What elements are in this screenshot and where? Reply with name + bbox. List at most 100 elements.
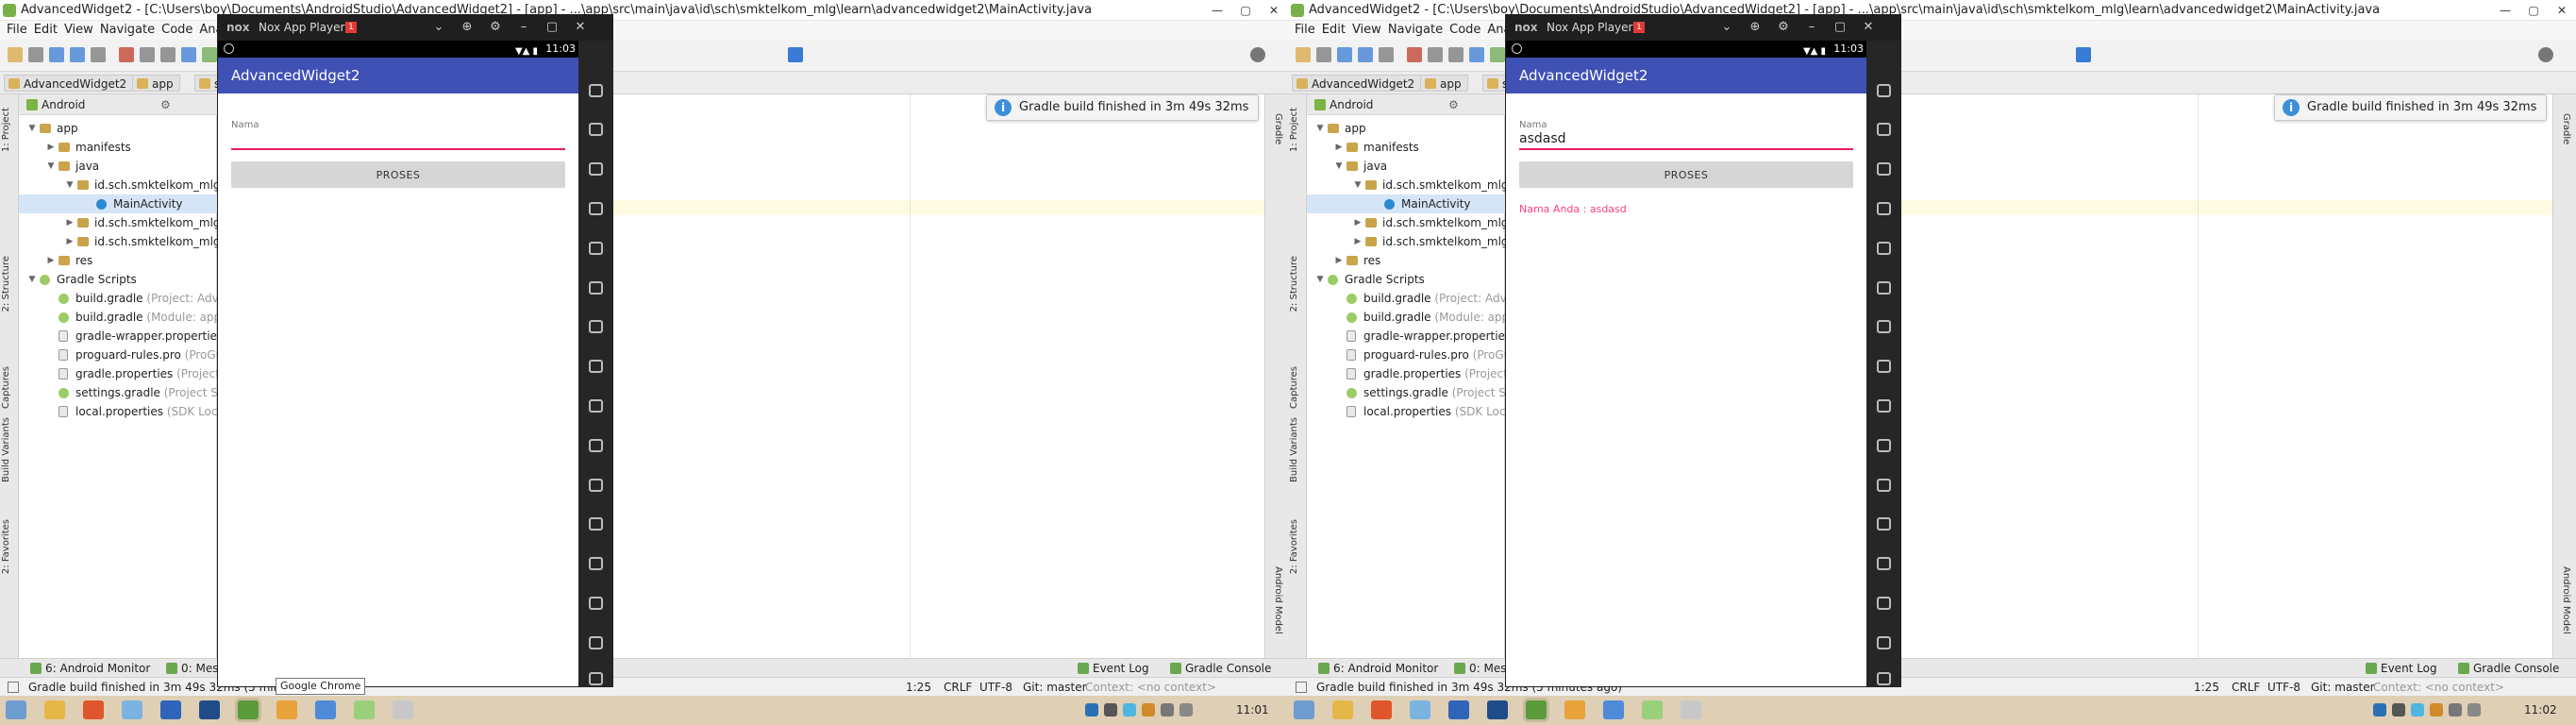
toolbar-icon[interactable] <box>1358 47 1373 62</box>
nox-tool-icon[interactable] <box>589 557 603 571</box>
menu-navigate[interactable]: Navigate <box>100 21 155 40</box>
breadcrumb-item[interactable]: AdvancedWidget2 <box>1292 75 1422 92</box>
chevron-right-icon[interactable]: ▶ <box>1352 213 1363 232</box>
tray-icon[interactable] <box>2449 703 2462 717</box>
side-tab[interactable]: 2: Favorites <box>1289 519 1306 574</box>
status-position[interactable]: 1:25 <box>2194 678 2219 697</box>
toolbar-icon[interactable] <box>1379 47 1394 62</box>
tree-node[interactable]: local.properties (SDK Loca <box>19 402 217 421</box>
taskbar-clock[interactable]: 11:01 <box>1236 696 1269 725</box>
chevron-down-icon[interactable]: ⌄ <box>1715 14 1739 41</box>
menu-edit[interactable]: Edit <box>1322 21 1346 40</box>
tree-node[interactable]: build.gradle (Module: app) <box>1307 308 1505 327</box>
breadcrumb-item[interactable]: AdvancedWidget2 <box>4 75 134 92</box>
side-tab[interactable]: 2: Structure <box>1289 256 1306 312</box>
nox-tool-icon[interactable] <box>1877 399 1891 413</box>
nox-tool-icon[interactable] <box>1877 360 1891 374</box>
nox-tool-icon[interactable] <box>1877 671 1891 685</box>
status-context[interactable]: Context: <no context> <box>2373 678 2504 697</box>
code-editor[interactable] <box>1865 94 2552 666</box>
nox-tool-icon[interactable] <box>1877 320 1891 334</box>
taskbar-app-icon[interactable] <box>354 700 375 719</box>
nox-tool-icon[interactable] <box>589 280 603 295</box>
status-line-separator[interactable]: CRLF <box>2232 678 2260 697</box>
taskbar-app-icon[interactable] <box>238 700 259 719</box>
chevron-right-icon[interactable]: ▶ <box>1333 251 1345 270</box>
gradle-notification[interactable]: i Gradle build finished in 3m 49s 32ms <box>2274 94 2548 121</box>
pin-icon[interactable]: ⊕ <box>1743 14 1767 41</box>
taskbar-app-icon[interactable] <box>1448 700 1469 719</box>
nox-tool-icon[interactable] <box>1877 635 1891 649</box>
tree-node[interactable]: MainActivity <box>1307 194 1505 213</box>
android-model-tab[interactable]: Android Model <box>2554 566 2571 634</box>
taskbar-app-icon[interactable] <box>122 700 142 719</box>
tree-node[interactable]: proguard-rules.pro (ProGu <box>1307 346 1505 364</box>
proses-button[interactable]: PROSES <box>1519 161 1853 188</box>
chevron-right-icon[interactable]: ▶ <box>1333 138 1345 157</box>
nox-tool-icon[interactable] <box>589 438 603 452</box>
nox-tool-icon[interactable] <box>1877 597 1891 610</box>
nox-tool-icon[interactable] <box>589 597 603 610</box>
close-button[interactable]: ✕ <box>1260 0 1288 21</box>
maximize-button[interactable]: ▢ <box>1828 14 1852 41</box>
tree-node[interactable]: ▼ id.sch.smktelkom_mlg <box>19 176 217 194</box>
menu-navigate[interactable]: Navigate <box>1388 21 1443 40</box>
gear-icon[interactable]: ⚙ <box>483 14 508 41</box>
status-git[interactable]: Git: master <box>2311 678 2375 697</box>
messages-tab[interactable]: 0: Mess <box>164 659 225 678</box>
chevron-down-icon[interactable]: ▼ <box>45 157 57 176</box>
nox-tool-icon[interactable] <box>1877 241 1891 255</box>
chevron-down-icon[interactable]: ▼ <box>1352 176 1363 194</box>
event-log-tab[interactable]: Event Log <box>1076 659 1149 678</box>
tree-node[interactable]: ▶ manifests <box>1307 138 1505 157</box>
chevron-right-icon[interactable]: ▶ <box>1352 232 1363 251</box>
menu-code[interactable]: Code <box>1449 21 1480 40</box>
nox-tool-icon[interactable] <box>1877 83 1891 97</box>
tree-node[interactable]: settings.gradle (Project Se <box>1307 383 1505 402</box>
menu-edit[interactable]: Edit <box>34 21 58 40</box>
close-button[interactable]: ✕ <box>2548 0 2576 21</box>
status-encoding[interactable]: UTF-8 <box>979 678 1012 697</box>
gradle-tab[interactable]: Gradle <box>1266 113 1283 144</box>
tree-node[interactable]: gradle.properties (Project P <box>19 364 217 383</box>
side-tab[interactable]: 1: Project <box>1 108 18 152</box>
nox-tool-icon[interactable] <box>1877 162 1891 177</box>
taskbar-app-icon[interactable] <box>1526 700 1547 719</box>
taskbar-app-icon[interactable] <box>1410 700 1430 719</box>
toolbar-icon[interactable] <box>28 47 43 62</box>
status-position[interactable]: 1:25 <box>906 678 931 697</box>
tray-icon[interactable] <box>1179 703 1193 717</box>
android-monitor-tab[interactable]: 6: Android Monitor <box>1316 659 1438 678</box>
chevron-down-icon[interactable]: ▼ <box>1333 157 1345 176</box>
toolbar-icon[interactable] <box>1448 47 1464 62</box>
taskbar-app-icon[interactable] <box>1332 700 1353 719</box>
search-icon[interactable] <box>1250 47 1265 62</box>
tray-icon[interactable] <box>2411 703 2424 717</box>
taskbar-app-icon[interactable] <box>1371 700 1392 719</box>
chevron-right-icon[interactable]: ▶ <box>64 213 75 232</box>
notification-badge[interactable]: 1 <box>1633 22 1645 33</box>
toolbar-icon[interactable] <box>202 47 217 62</box>
toolbar-icon[interactable] <box>91 47 106 62</box>
tree-node[interactable]: proguard-rules.pro (ProGu <box>19 346 217 364</box>
chevron-down-icon[interactable]: ▼ <box>1314 270 1326 289</box>
menu-file[interactable]: File <box>7 21 27 40</box>
tree-node[interactable]: ▶ id.sch.smktelkom_mlg <box>1307 232 1505 251</box>
toolbar-icon[interactable] <box>1337 47 1352 62</box>
gear-icon[interactable]: ⚙ <box>1448 94 1459 115</box>
tree-node[interactable]: ▶ id.sch.smktelkom_mlg <box>19 213 217 232</box>
nox-tool-icon[interactable] <box>589 123 603 137</box>
chevron-right-icon[interactable]: ▶ <box>45 251 57 270</box>
minimize-button[interactable]: — <box>2491 0 2519 21</box>
side-tab[interactable]: 2: Favorites <box>1 519 18 574</box>
tray-icon[interactable] <box>2467 703 2481 717</box>
breadcrumb-item[interactable]: app <box>132 75 180 92</box>
status-context[interactable]: Context: <no context> <box>1085 678 1216 697</box>
notification-badge[interactable]: 1 <box>345 22 357 33</box>
tray-icon[interactable] <box>1123 703 1136 717</box>
side-tab[interactable]: 2: Structure <box>1 256 18 312</box>
nox-tool-icon[interactable] <box>1877 438 1891 452</box>
tree-node[interactable]: gradle-wrapper.properties <box>1307 327 1505 346</box>
tree-node[interactable]: build.gradle (Module: app) <box>19 308 217 327</box>
nox-tool-icon[interactable] <box>589 320 603 334</box>
